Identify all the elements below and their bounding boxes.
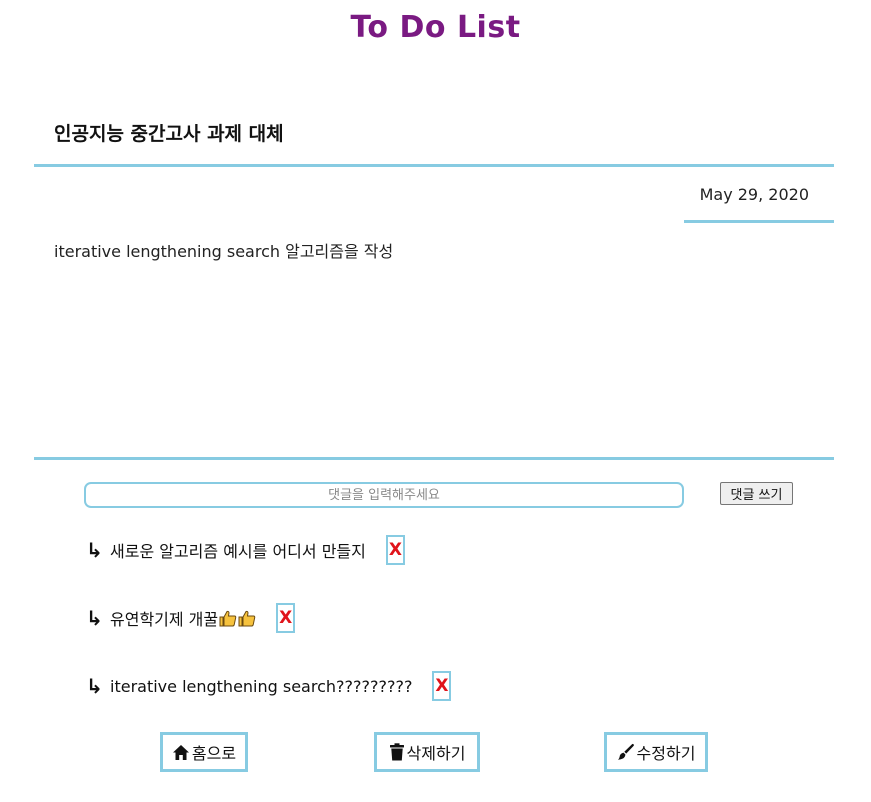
trash-icon [389,743,404,761]
thumbs-up-icon [219,610,237,626]
brush-icon [617,743,634,760]
home-icon [172,744,189,760]
reply-arrow-icon: ↳ [86,674,103,698]
home-button[interactable]: 홈으로 [160,732,248,772]
comment-submit-button[interactable]: 댓글 쓰기 [720,482,793,505]
delete-comment-button[interactable]: X [432,671,452,701]
thumbs-up-icon [238,610,256,626]
reply-arrow-icon: ↳ [86,606,103,630]
post-title: 인공지능 중간고사 과제 대체 [54,123,284,145]
comment-text: iterative lengthening search????????? [110,676,413,696]
app-title: To Do List [350,10,521,45]
post-date: May 29, 2020 [699,185,809,204]
edit-post-label: 수정하기 [636,744,696,763]
divider-top [34,164,834,167]
delete-post-label: 삭제하기 [406,744,466,763]
comment-text: 유연학기제 개꿀 [110,610,219,629]
thumbs-up-emoji [219,610,256,627]
edit-post-button[interactable]: 수정하기 [604,732,708,772]
comment-item: ↳ iterative lengthening search????????? … [86,671,452,701]
comment-text: 새로운 알고리즘 예시를 어디서 만들지 [110,542,366,561]
comment-item: ↳ 새로운 알고리즘 예시를 어디서 만들지 X [86,535,405,565]
post-body: iterative lengthening search 알고리즘을 작성 [54,242,394,261]
comment-input[interactable] [84,482,684,508]
home-label: 홈으로 [191,744,237,763]
delete-comment-button[interactable]: X [385,535,405,565]
date-underline [684,220,834,223]
delete-comment-button[interactable]: X [276,603,296,633]
delete-post-button[interactable]: 삭제하기 [374,732,480,772]
comment-item: ↳ 유연학기제 개꿀 X [86,603,296,633]
divider-bottom [34,457,834,460]
reply-arrow-icon: ↳ [86,538,103,562]
